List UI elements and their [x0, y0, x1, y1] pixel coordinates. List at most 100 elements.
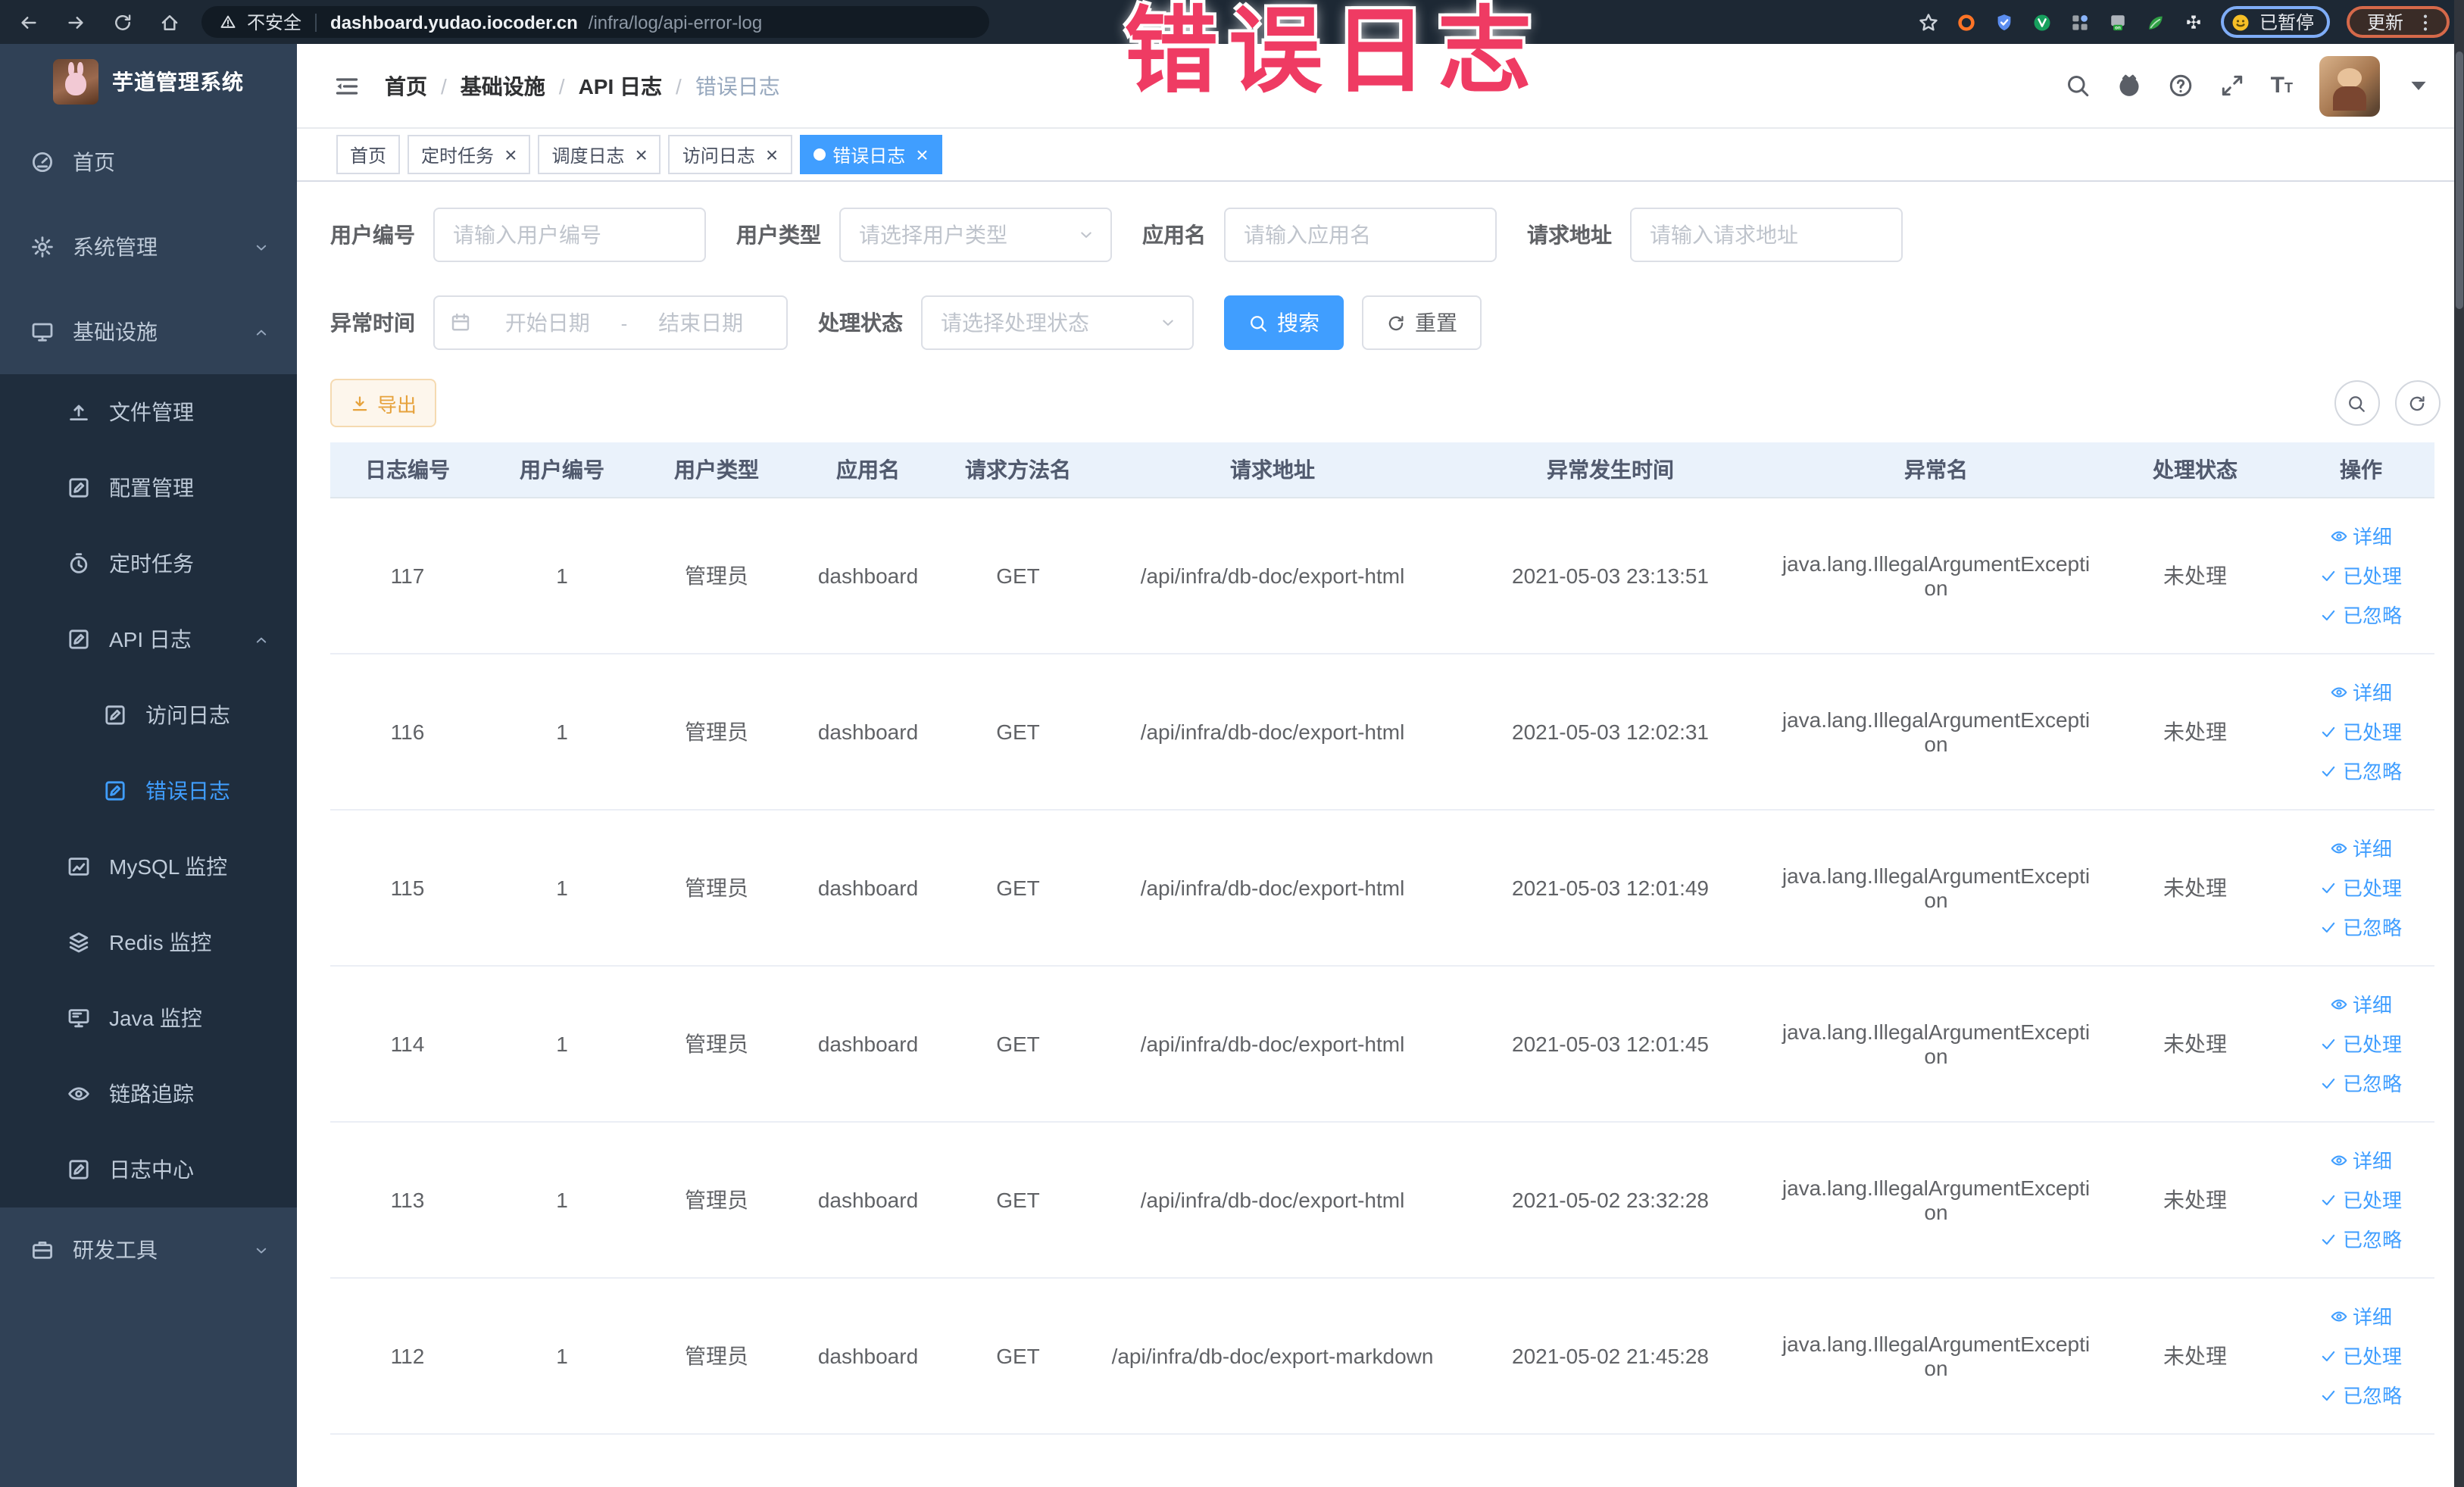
scrollbar-thumb[interactable] — [2455, 52, 2462, 309]
browser-reload-icon[interactable] — [112, 11, 133, 33]
page-scrollbar[interactable] — [2453, 0, 2464, 1487]
sidebar-item-Java 监控[interactable]: Java 监控 — [0, 980, 297, 1056]
close-icon[interactable]: × — [766, 144, 778, 165]
sidebar-item-API 日志[interactable]: API 日志 — [0, 601, 297, 677]
ignored-link[interactable]: 已忽略 — [2297, 1375, 2425, 1414]
paused-badge[interactable]: 已暂停 — [2221, 6, 2331, 38]
user-avatar[interactable] — [2319, 55, 2379, 116]
sidebar-item-日志中心[interactable]: 日志中心 — [0, 1132, 297, 1207]
sidebar-item-文件管理[interactable]: 文件管理 — [0, 374, 297, 450]
ignored-link[interactable]: 已忽略 — [2297, 751, 2425, 790]
extensions-puzzle-icon[interactable] — [2184, 11, 2205, 33]
address-bar[interactable]: 不安全 dashboard.yudao.iocoder.cn/infra/log… — [201, 6, 989, 38]
ignored-link[interactable]: 已忽略 — [2297, 907, 2425, 946]
sidebar-item-MySQL 监控[interactable]: MySQL 监控 — [0, 829, 297, 904]
breadcrumb-item[interactable]: 基础设施 — [461, 70, 545, 101]
detail-link[interactable]: 详细 — [2297, 1296, 2425, 1335]
ignored-link[interactable]: 已忽略 — [2297, 1219, 2425, 1258]
sidebar-item-研发工具[interactable]: 研发工具 — [0, 1207, 297, 1292]
sidebar-item-Redis 监控[interactable]: Redis 监控 — [0, 904, 297, 980]
browser-menu-icon[interactable] — [2414, 11, 2435, 33]
process-status-select[interactable]: 请选择处理状态 — [921, 295, 1194, 350]
bookmark-star-icon[interactable] — [1919, 11, 1940, 33]
extension-orange-ring-icon[interactable] — [1957, 11, 1978, 33]
user-id-input[interactable] — [433, 208, 706, 262]
cell-user_id: 1 — [485, 497, 639, 654]
processed-link[interactable]: 已处理 — [2297, 555, 2425, 595]
cell-url: /api/infra/db-doc/export-html — [1094, 809, 1451, 966]
sidebar-item-定时任务[interactable]: 定时任务 — [0, 526, 297, 601]
app-name-input[interactable] — [1224, 208, 1497, 262]
tab-定时任务[interactable]: 定时任务 × — [408, 135, 531, 174]
table-header-row: 日志编号 用户编号 用户类型 应用名 请求方法名 请求地址 异常发生时间 异常名 处理状态 操作 — [330, 442, 2434, 498]
browser-back-icon[interactable] — [18, 11, 39, 33]
processed-link[interactable]: 已处理 — [2297, 1179, 2425, 1219]
caret-down-icon[interactable] — [2405, 73, 2431, 98]
tab-首页[interactable]: 首页 — [336, 135, 401, 174]
extension-green-check-icon[interactable] — [2032, 11, 2053, 33]
help-icon[interactable] — [2168, 73, 2194, 98]
user-type-select[interactable]: 请选择用户类型 — [839, 208, 1112, 262]
breadcrumb-item[interactable]: API 日志 — [579, 70, 662, 101]
sidebar-item-错误日志[interactable]: 错误日志 — [0, 753, 297, 829]
processed-link[interactable]: 已处理 — [2297, 1335, 2425, 1375]
sidebar-item-链路追踪[interactable]: 链路追踪 — [0, 1056, 297, 1132]
toggle-search-button[interactable] — [2334, 380, 2379, 426]
refresh-table-button[interactable] — [2394, 380, 2440, 426]
hamburger-icon[interactable] — [333, 72, 361, 99]
exception-time-range-picker[interactable]: 开始日期 - 结束日期 — [433, 295, 788, 350]
sidebar-item-label: 配置管理 — [109, 476, 194, 500]
detail-link[interactable]: 详细 — [2297, 672, 2425, 711]
browser-forward-icon[interactable] — [65, 11, 86, 33]
font-size-icon[interactable]: TT — [2271, 74, 2293, 97]
sidebar-item-访问日志[interactable]: 访问日志 — [0, 677, 297, 753]
ignored-link[interactable]: 已忽略 — [2297, 1063, 2425, 1102]
sidebar-item-配置管理[interactable]: 配置管理 — [0, 450, 297, 526]
close-icon[interactable]: × — [635, 144, 647, 165]
extension-shield-icon[interactable] — [1994, 11, 2016, 33]
detail-link[interactable]: 详细 — [2297, 828, 2425, 867]
cell-actions: 详细 已处理 已忽略 — [2288, 809, 2434, 966]
app-logo[interactable]: 芋道管理系统 — [0, 44, 297, 120]
processed-link[interactable]: 已处理 — [2297, 867, 2425, 907]
extension-on-badge-icon[interactable]: on — [2108, 11, 2129, 33]
processed-link[interactable]: 已处理 — [2297, 1023, 2425, 1063]
column-header-用户类型: 用户类型 — [639, 442, 794, 498]
cell-actions: 详细 已处理 已忽略 — [2288, 497, 2434, 654]
detail-link[interactable]: 详细 — [2297, 984, 2425, 1023]
edit-icon — [67, 627, 91, 651]
search-button[interactable]: 搜索 — [1224, 295, 1344, 350]
extension-grid-icon[interactable] — [2070, 11, 2091, 33]
update-button[interactable]: 更新 — [2347, 6, 2449, 38]
edit-icon — [103, 779, 127, 803]
export-button[interactable]: 导出 — [330, 379, 437, 427]
tab-访问日志[interactable]: 访问日志 × — [668, 135, 792, 174]
detail-link[interactable]: 详细 — [2297, 516, 2425, 555]
fullscreen-icon[interactable] — [2219, 73, 2245, 98]
cell-user_id: 1 — [485, 653, 639, 810]
search-icon[interactable] — [2065, 73, 2091, 98]
close-icon[interactable]: × — [504, 144, 517, 165]
sidebar-item-系统管理[interactable]: 系统管理 — [0, 205, 297, 289]
reset-button[interactable]: 重置 — [1362, 295, 1482, 350]
detail-link[interactable]: 详细 — [2297, 1140, 2425, 1179]
tab-错误日志[interactable]: 错误日志 × — [799, 135, 942, 174]
cell-status: 未处理 — [2103, 1121, 2288, 1278]
breadcrumb-current: 错误日志 — [695, 73, 780, 98]
breadcrumb-item[interactable]: 首页 — [385, 70, 427, 101]
sidebar-item-基础设施[interactable]: 基础设施 — [0, 289, 297, 374]
request-url-input[interactable] — [1630, 208, 1903, 262]
extension-leaf-icon[interactable] — [2146, 11, 2167, 33]
tab-调度日志[interactable]: 调度日志 × — [538, 135, 661, 174]
cell-id: 117 — [330, 497, 485, 654]
user-type-label: 用户类型 — [736, 223, 821, 247]
close-icon[interactable]: × — [916, 144, 928, 165]
check-icon — [2320, 878, 2338, 896]
browser-home-icon[interactable] — [159, 11, 180, 33]
sidebar-item-首页[interactable]: 首页 — [0, 120, 297, 205]
processed-link[interactable]: 已处理 — [2297, 711, 2425, 751]
github-icon[interactable] — [2116, 73, 2142, 98]
check-icon — [2320, 761, 2338, 779]
ignored-link[interactable]: 已忽略 — [2297, 595, 2425, 634]
cell-actions: 详细 已处理 已忽略 — [2288, 653, 2434, 810]
